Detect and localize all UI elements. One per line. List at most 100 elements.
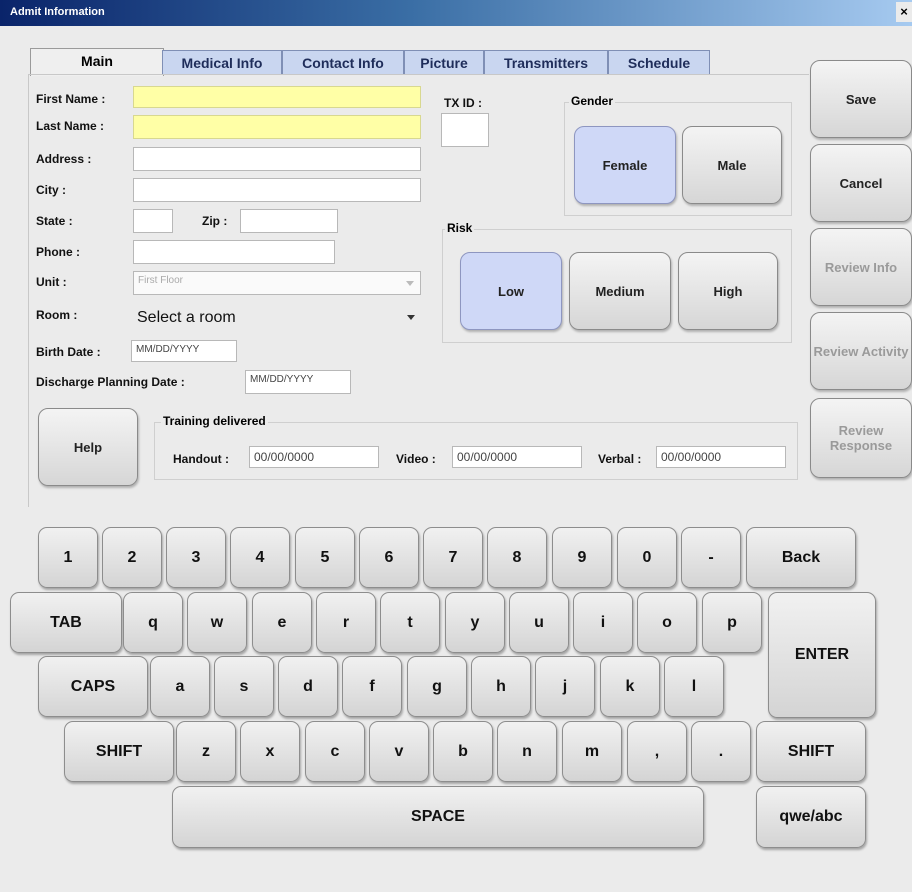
key-4[interactable]: 4 xyxy=(230,527,290,588)
key-2[interactable]: 2 xyxy=(102,527,162,588)
save-button[interactable]: Save xyxy=(810,60,912,138)
right-shift-key[interactable]: SHIFT xyxy=(756,721,866,782)
cancel-button[interactable]: Cancel xyxy=(810,144,912,222)
key-comma[interactable]: , xyxy=(627,721,687,782)
tab-contact-info[interactable]: Contact Info xyxy=(282,50,404,75)
left-shift-key[interactable]: SHIFT xyxy=(64,721,174,782)
birth-date-field[interactable]: MM/DD/YYYY xyxy=(131,340,237,362)
female-button[interactable]: Female xyxy=(574,126,676,204)
key-5[interactable]: 5 xyxy=(295,527,355,588)
key-m[interactable]: m xyxy=(562,721,622,782)
tab-medical-info[interactable]: Medical Info xyxy=(162,50,282,75)
key-h[interactable]: h xyxy=(471,656,531,717)
tab-picture[interactable]: Picture xyxy=(404,50,484,75)
unit-dropdown[interactable]: First Floor xyxy=(133,271,421,295)
key-7[interactable]: 7 xyxy=(423,527,483,588)
key-6[interactable]: 6 xyxy=(359,527,419,588)
key-x[interactable]: x xyxy=(240,721,300,782)
room-label: Room : xyxy=(36,308,78,322)
review-activity-button[interactable]: Review Activity xyxy=(810,312,912,390)
key-a[interactable]: a xyxy=(150,656,210,717)
key-d[interactable]: d xyxy=(278,656,338,717)
address-label: Address : xyxy=(36,152,92,166)
address-field[interactable] xyxy=(133,147,421,171)
caps-key[interactable]: CAPS xyxy=(38,656,148,717)
key-k[interactable]: k xyxy=(600,656,660,717)
risk-low-button[interactable]: Low xyxy=(460,252,562,330)
key-3[interactable]: 3 xyxy=(166,527,226,588)
key-t[interactable]: t xyxy=(380,592,440,653)
title-bar: Admit Information × xyxy=(0,0,912,26)
key-o[interactable]: o xyxy=(637,592,697,653)
key-i[interactable]: i xyxy=(573,592,633,653)
key-period[interactable]: . xyxy=(691,721,751,782)
close-icon[interactable]: × xyxy=(896,2,912,22)
key-8[interactable]: 8 xyxy=(487,527,547,588)
risk-medium-button[interactable]: Medium xyxy=(569,252,671,330)
tab-schedule[interactable]: Schedule xyxy=(608,50,710,75)
birth-date-label: Birth Date : xyxy=(36,345,101,359)
risk-label: Risk xyxy=(445,221,475,235)
key-e[interactable]: e xyxy=(252,592,312,653)
review-info-button[interactable]: Review Info xyxy=(810,228,912,306)
zip-field[interactable] xyxy=(240,209,338,233)
key-r[interactable]: r xyxy=(316,592,376,653)
key-y[interactable]: y xyxy=(445,592,505,653)
tab-main[interactable]: Main xyxy=(30,48,164,76)
window-title: Admit Information xyxy=(10,6,105,18)
verbal-field[interactable]: 00/00/0000 xyxy=(656,446,786,468)
enter-key[interactable]: ENTER xyxy=(768,592,876,718)
tab-transmitters[interactable]: Transmitters xyxy=(484,50,608,75)
key-j[interactable]: j xyxy=(535,656,595,717)
handout-label: Handout : xyxy=(173,452,229,466)
video-field[interactable]: 00/00/0000 xyxy=(452,446,582,468)
discharge-date-field[interactable]: MM/DD/YYYY xyxy=(245,370,351,394)
phone-label: Phone : xyxy=(36,245,80,259)
key-n[interactable]: n xyxy=(497,721,557,782)
key-s[interactable]: s xyxy=(214,656,274,717)
key-l[interactable]: l xyxy=(664,656,724,717)
city-field[interactable] xyxy=(133,178,421,202)
training-label: Training delivered xyxy=(161,414,268,428)
key-0[interactable]: 0 xyxy=(617,527,677,588)
handout-field[interactable]: 00/00/0000 xyxy=(249,446,379,468)
help-button[interactable]: Help xyxy=(38,408,138,486)
key-q[interactable]: q xyxy=(123,592,183,653)
review-response-button[interactable]: Review Response xyxy=(810,398,912,478)
first-name-field[interactable] xyxy=(133,86,421,108)
risk-high-button[interactable]: High xyxy=(678,252,778,330)
video-label: Video : xyxy=(396,452,436,466)
phone-field[interactable] xyxy=(133,240,335,264)
key-c[interactable]: c xyxy=(305,721,365,782)
txid-label: TX ID : xyxy=(444,96,482,110)
gender-label: Gender xyxy=(569,94,616,108)
state-field[interactable] xyxy=(133,209,173,233)
chevron-down-icon xyxy=(407,315,415,320)
key-p[interactable]: p xyxy=(702,592,762,653)
state-label: State : xyxy=(36,214,73,228)
city-label: City : xyxy=(36,183,66,197)
key-1[interactable]: 1 xyxy=(38,527,98,588)
first-name-label: First Name : xyxy=(36,92,106,106)
key-u[interactable]: u xyxy=(509,592,569,653)
key-b[interactable]: b xyxy=(433,721,493,782)
discharge-date-label: Discharge Planning Date : xyxy=(36,375,185,389)
unit-label: Unit : xyxy=(36,275,67,289)
unit-value: First Floor xyxy=(138,275,183,286)
room-dropdown[interactable]: Select a room xyxy=(133,304,421,330)
key-9[interactable]: 9 xyxy=(552,527,612,588)
backspace-key[interactable]: Back xyxy=(746,527,856,588)
male-button[interactable]: Male xyxy=(682,126,782,204)
key-v[interactable]: v xyxy=(369,721,429,782)
key-f[interactable]: f xyxy=(342,656,402,717)
space-key[interactable]: SPACE xyxy=(172,786,704,848)
tab-key[interactable]: TAB xyxy=(10,592,122,653)
room-value: Select a room xyxy=(137,309,236,326)
key-w[interactable]: w xyxy=(187,592,247,653)
key-z[interactable]: z xyxy=(176,721,236,782)
last-name-field[interactable] xyxy=(133,115,421,139)
key-g[interactable]: g xyxy=(407,656,467,717)
txid-field[interactable] xyxy=(441,113,489,147)
mode-toggle-key[interactable]: qwe/abc xyxy=(756,786,866,848)
key-minus[interactable]: - xyxy=(681,527,741,588)
